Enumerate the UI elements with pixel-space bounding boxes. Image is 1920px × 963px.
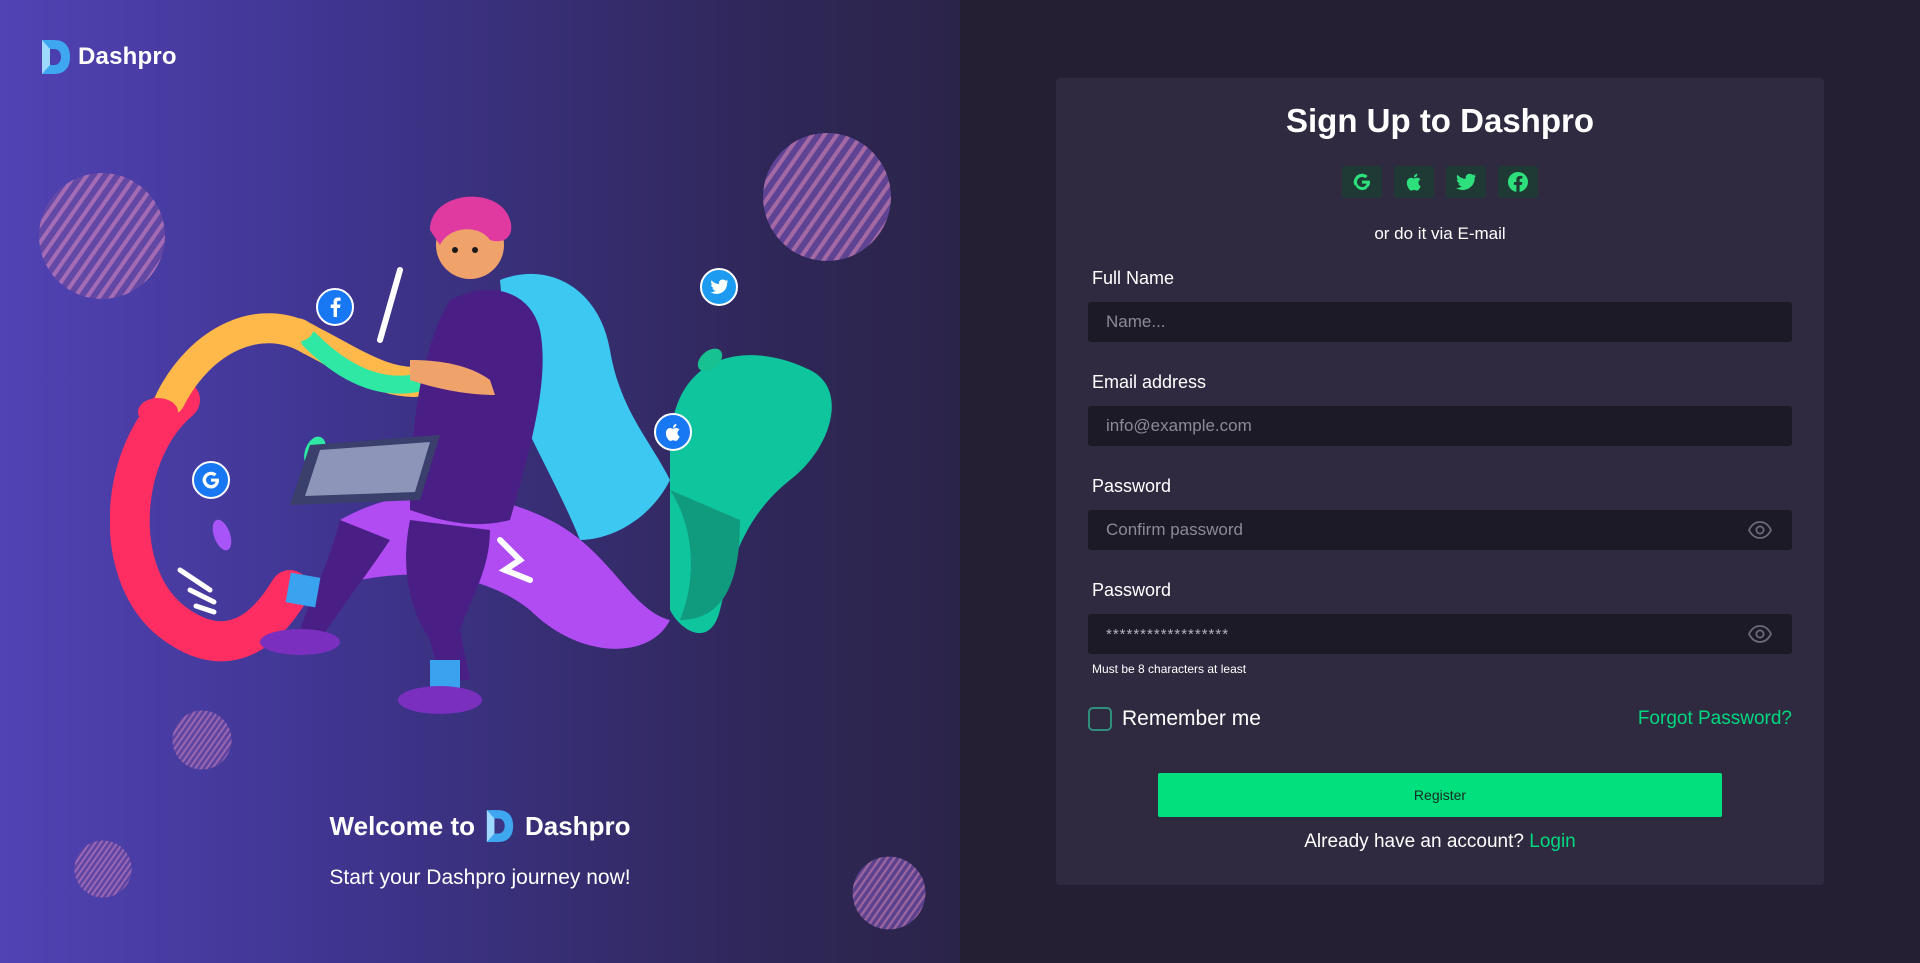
remember-me[interactable]: Remember me (1088, 707, 1261, 731)
login-prompt: Already have an account? Login (1056, 831, 1824, 853)
login-link[interactable]: Login (1529, 831, 1576, 852)
twitter-icon (1456, 173, 1476, 190)
welcome-brand: Dashpro (524, 810, 631, 841)
eye-icon[interactable] (1748, 625, 1772, 643)
signup-card: Sign Up to Dashpro or do it via E-mail F… (1056, 78, 1824, 885)
welcome-heading: Welcome to Dashpro (0, 808, 960, 844)
apple-icon (1406, 173, 1421, 191)
full-name-label: Full Name (1092, 268, 1175, 288)
email-divider-text: or do it via E-mail (1374, 224, 1506, 243)
full-name-placeholder: Name... (1106, 312, 1166, 331)
google-signup-button[interactable] (1342, 166, 1382, 198)
social-login-row (1056, 166, 1824, 198)
password-label: Password (1092, 476, 1172, 496)
welcome-prefix: Welcome to (329, 810, 475, 841)
confirm-password-input[interactable]: Confirm password (1088, 510, 1792, 550)
remember-me-checkbox[interactable] (1088, 707, 1112, 731)
twitter-signup-button[interactable] (1446, 166, 1486, 198)
welcome-tagline: Start your Dashpro journey now! (329, 866, 631, 889)
google-icon (192, 461, 230, 499)
password-hint: Must be 8 characters at least (1092, 662, 1247, 676)
google-icon (1353, 173, 1370, 190)
password-input[interactable]: ****************** (1088, 614, 1792, 654)
email-label: Email address (1092, 372, 1207, 392)
apple-icon (654, 413, 692, 451)
brand-name: Dashpro (78, 43, 177, 70)
email-input[interactable]: info@example.com (1088, 406, 1792, 446)
remember-me-label: Remember me (1122, 707, 1261, 730)
email-placeholder: info@example.com (1106, 416, 1252, 435)
dashpro-logo-icon (42, 40, 70, 74)
login-prompt-text: Already have an account? (1304, 831, 1524, 852)
full-name-input[interactable]: Name... (1088, 302, 1792, 342)
signup-title: Sign Up to Dashpro (1286, 102, 1594, 139)
password-value: ****************** (1106, 625, 1230, 643)
facebook-signup-button[interactable] (1498, 166, 1538, 198)
hero-panel: Dashpro Welcome to Dashpro Start your Da… (0, 0, 960, 963)
brand-logo[interactable]: Dashpro (40, 38, 177, 76)
register-button[interactable]: Register (1158, 773, 1722, 817)
eye-icon[interactable] (1748, 521, 1772, 539)
forgot-password-link[interactable]: Forgot Password? (1638, 708, 1792, 730)
confirm-password-placeholder: Confirm password (1106, 520, 1243, 539)
facebook-icon (1508, 172, 1528, 192)
dashpro-logo-icon (486, 810, 514, 842)
facebook-icon (316, 288, 354, 326)
apple-signup-button[interactable] (1394, 166, 1434, 198)
password-label: Password (1092, 580, 1172, 600)
twitter-icon (700, 268, 738, 306)
